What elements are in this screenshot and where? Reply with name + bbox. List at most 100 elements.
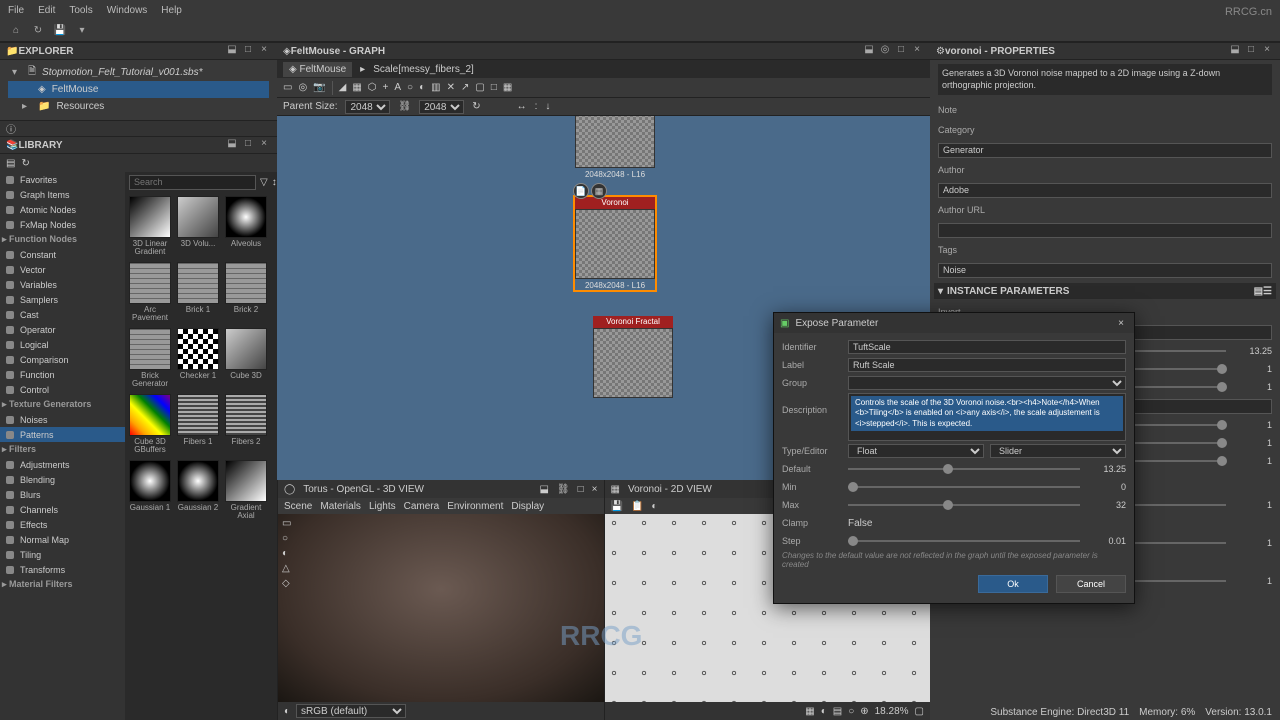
close-icon[interactable]: × [1114, 318, 1128, 329]
info-icon[interactable]: ⓘ [6, 121, 16, 136]
tab-feltmouse[interactable]: ◈ FeltMouse [283, 62, 352, 77]
library-thumb[interactable]: Arc Pavement [129, 262, 171, 322]
tool-icon[interactable]: ◐ [419, 82, 425, 93]
library-category[interactable]: Adjustments [0, 457, 125, 472]
lib-tool-icon[interactable]: ↻ [21, 158, 29, 169]
graph-node[interactable]: Messy Fibers 32048x2048 - L16 [575, 116, 655, 179]
link-icon[interactable]: ⛓ [398, 101, 411, 112]
save-icon[interactable]: 💾 [52, 23, 68, 39]
library-category[interactable]: Function [0, 367, 125, 382]
view3d-tab[interactable]: Camera [404, 501, 440, 512]
library-category[interactable]: Blending [0, 472, 125, 487]
clamp-toggle[interactable]: False [848, 518, 872, 529]
library-thumb[interactable]: Checker 1 [177, 328, 219, 388]
library-category[interactable]: Transforms [0, 562, 125, 577]
library-thumb[interactable]: Brick Generator [129, 328, 171, 388]
tool-icon[interactable]: ▦ [503, 82, 512, 93]
library-category[interactable]: Samplers [0, 292, 125, 307]
v2-tool-icon[interactable]: 📋 [631, 501, 643, 512]
library-thumb[interactable]: Fibers 2 [225, 394, 267, 454]
library-thumb[interactable]: Alveolus [225, 196, 267, 256]
tool-icon[interactable]: 📷 [313, 82, 325, 93]
colorspace-select[interactable]: sRGB (default) [296, 704, 406, 718]
viewport-tool-icon[interactable]: ◐ [282, 548, 291, 559]
view3d-tab[interactable]: Environment [447, 501, 503, 512]
size-select[interactable]: 2048 [345, 100, 390, 114]
maximize-icon[interactable]: □ [1244, 44, 1258, 58]
viewport-tool-icon[interactable]: △ [282, 563, 291, 574]
library-category[interactable]: Logical [0, 337, 125, 352]
explorer-file[interactable]: ▾ 🗎 Stopmotion_Felt_Tutorial_v001.sbs* [8, 64, 269, 81]
tool-icon[interactable]: ↗ [461, 82, 469, 93]
view3d-viewport[interactable]: ▭ ○ ◐ △ ◇ [278, 514, 604, 702]
library-category[interactable]: Operator [0, 322, 125, 337]
library-category[interactable]: Vector [0, 262, 125, 277]
group-select[interactable] [848, 376, 1126, 390]
author-url-field[interactable] [938, 223, 1272, 238]
pin-icon[interactable]: ⬓ [862, 44, 876, 58]
filter-icon[interactable]: ▽ [260, 177, 268, 188]
tool-icon[interactable]: ○ [407, 82, 413, 93]
tab-scale[interactable]: Scale[messy_fibers_2] [373, 64, 474, 75]
tool-icon[interactable]: ⬡ [368, 82, 377, 93]
tool-icon[interactable]: ◢ [339, 82, 347, 93]
v2-foot-icon[interactable]: ▢ [915, 706, 924, 717]
editor-select[interactable]: Slider [990, 444, 1126, 458]
library-category[interactable]: ▸ Function Nodes [0, 232, 125, 247]
library-category[interactable]: Variables [0, 277, 125, 292]
view3d-tab[interactable]: Lights [369, 501, 396, 512]
tool-icon[interactable]: ▭ [283, 82, 292, 93]
library-thumb[interactable]: Cube 3D [225, 328, 267, 388]
close-icon[interactable]: × [592, 484, 598, 495]
library-category[interactable]: Tiling [0, 547, 125, 562]
expand-icon[interactable]: ▸ [22, 101, 32, 112]
library-category[interactable]: Favorites [0, 172, 125, 187]
lib-tool-icon[interactable]: ▤ [6, 158, 15, 169]
tags-field[interactable] [938, 263, 1272, 278]
collapse-icon[interactable]: ▾ [938, 286, 943, 297]
maximize-icon[interactable]: □ [241, 44, 255, 58]
ok-button[interactable]: Ok [978, 575, 1048, 593]
link-icon[interactable]: ⛓ [557, 484, 570, 495]
target-icon[interactable]: ◎ [878, 44, 892, 58]
tool-icon[interactable]: A [394, 82, 401, 93]
library-thumb[interactable]: Gaussian 2 [177, 460, 219, 520]
menu-help[interactable]: Help [161, 5, 182, 16]
library-category[interactable]: Comparison [0, 352, 125, 367]
search-input[interactable] [129, 175, 256, 190]
size-select[interactable]: 2048 [419, 100, 464, 114]
chevron-down-icon[interactable]: ▾ [74, 23, 90, 39]
library-category[interactable]: Constant [0, 247, 125, 262]
library-category[interactable]: Effects [0, 517, 125, 532]
library-thumb[interactable]: Gradient Axial [225, 460, 267, 520]
zoom-value[interactable]: 18.28% [875, 706, 909, 717]
pin-icon[interactable]: ⬓ [225, 44, 239, 58]
viewport-tool-icon[interactable]: ◇ [282, 578, 291, 589]
library-category[interactable]: Cast [0, 307, 125, 322]
library-thumb[interactable]: 3D Linear Gradient [129, 196, 171, 256]
close-icon[interactable]: × [1260, 44, 1274, 58]
graph-node[interactable]: Voronoi2048x2048 - L16📄▦ [575, 197, 655, 290]
description-field[interactable]: Controls the scale of the 3D Voronoi noi… [851, 396, 1123, 431]
label-field[interactable] [848, 358, 1126, 372]
view3d-tab[interactable]: Display [511, 501, 544, 512]
view3d-tab[interactable]: Materials [320, 501, 361, 512]
maximize-icon[interactable]: □ [241, 138, 255, 152]
v2-foot-icon[interactable]: ◐ [821, 706, 827, 717]
library-thumb[interactable]: Brick 2 [225, 262, 267, 322]
category-field[interactable] [938, 143, 1272, 158]
viewport-tool-icon[interactable]: ○ [282, 533, 291, 544]
pin-icon[interactable]: ⬓ [539, 484, 548, 495]
library-category[interactable]: Atomic Nodes [0, 202, 125, 217]
menu-edit[interactable]: Edit [38, 5, 55, 16]
maximize-icon[interactable]: □ [894, 44, 908, 58]
v2-foot-icon[interactable]: ○ [848, 706, 854, 717]
refresh-icon[interactable]: ↻ [472, 101, 480, 112]
tool-icon[interactable]: + [383, 82, 389, 93]
library-thumb[interactable]: 3D Volu... [177, 196, 219, 256]
library-category[interactable]: Control [0, 382, 125, 397]
default-slider[interactable] [848, 468, 1080, 470]
author-field[interactable] [938, 183, 1272, 198]
type-select[interactable]: Float [848, 444, 984, 458]
viewport-tool-icon[interactable]: ▭ [282, 518, 291, 529]
